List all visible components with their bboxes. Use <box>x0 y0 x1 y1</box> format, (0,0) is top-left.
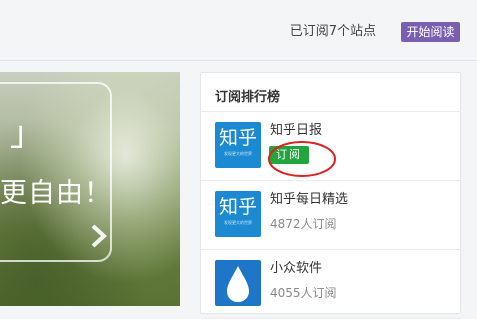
start-reading-button[interactable]: 开始阅读 <box>401 22 460 42</box>
ranking-item-zhihu-selected[interactable]: 知乎 发现更大的世界 知乎每日精选 4872人订阅 <box>201 181 460 250</box>
ranking-item-appinn[interactable]: 小众软件 4055人订阅 <box>201 250 460 319</box>
chevron-right-icon[interactable] <box>88 223 110 249</box>
annotation-circle <box>268 141 336 177</box>
panel-title: 订阅排行榜 <box>215 90 281 105</box>
item-name[interactable]: 知乎每日精选 <box>270 191 348 209</box>
item-name[interactable]: 小众软件 <box>270 260 322 278</box>
item-name[interactable]: 知乎日报 <box>270 122 322 140</box>
water-drop-icon <box>215 260 261 306</box>
hero-banner[interactable]: 」 更自由！ <box>0 72 180 306</box>
hero-quote-mark: 」 <box>10 114 44 154</box>
top-bar: 已订阅7个站点 开始阅读 <box>0 0 477 61</box>
subscription-status: 已订阅7个站点 <box>289 24 376 39</box>
subscriber-count: 4872人订阅 <box>270 217 337 231</box>
hero-text: 更自由！ <box>0 178 112 209</box>
zhihu-icon: 知乎 发现更大的世界 <box>215 191 261 237</box>
subscription-ranking-panel: 订阅排行榜 知乎 发现更大的世界 知乎日报 订阅 知乎 发现更大的世界 知乎每日… <box>200 72 461 319</box>
zhihu-daily-icon: 知乎 发现更大的世界 <box>215 122 261 168</box>
subscriber-count: 4055人订阅 <box>270 286 337 300</box>
